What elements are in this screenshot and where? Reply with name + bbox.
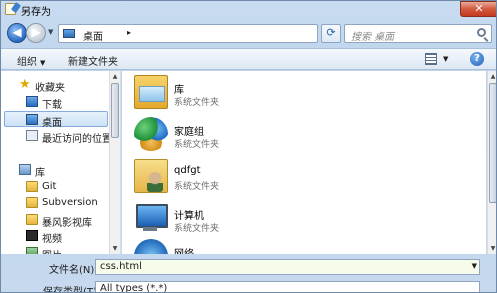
sidebar-item-desktop[interactable]: 桌面 <box>4 111 108 129</box>
back-button[interactable]: ◀ <box>7 23 27 43</box>
sidebar-item-downloads[interactable]: 下载 <box>1 94 107 111</box>
address-segment-desktop[interactable]: 桌面 <box>83 28 103 43</box>
list-item[interactable]: 库 系统文件夹 <box>134 73 434 113</box>
item-type: 系统文件夹 <box>174 182 220 192</box>
address-bar[interactable]: 桌面 ▸ ▼ <box>58 24 366 43</box>
homegroup-icon <box>134 117 168 151</box>
help-icon[interactable]: ? <box>470 52 484 66</box>
sidebar-header-label: 收藏夹 <box>35 83 65 94</box>
notepad-icon <box>5 3 16 15</box>
item-name: 计算机 <box>174 211 204 222</box>
filename-row: 文件名(N): css.html ▼ <box>1 258 496 276</box>
item-type: 系统文件夹 <box>174 224 220 234</box>
search-icon[interactable] <box>477 28 486 37</box>
chevron-right-icon[interactable]: ▸ <box>127 28 131 37</box>
title-bar: 另存为 ✕ <box>1 1 496 18</box>
filetype-select[interactable]: All types (*.*) <box>95 281 480 293</box>
sidebar-item-label: 暴风影视库 <box>42 218 92 229</box>
item-name: 网络 <box>174 245 194 254</box>
list-item[interactable]: 家庭组 系统文件夹 <box>134 115 434 155</box>
list-item[interactable]: qdfgt 系统文件夹 <box>134 157 434 197</box>
user-folder-icon <box>134 159 168 193</box>
sidebar-header-favorites[interactable]: ★ 收藏夹 <box>1 77 107 94</box>
history-dropdown-icon[interactable]: ▼ <box>48 28 53 36</box>
sidebar-item-subversion[interactable]: Subversion <box>1 195 107 211</box>
list-item[interactable]: 计算机 系统文件夹 <box>134 199 434 239</box>
list-item[interactable]: 网络 <box>134 237 434 254</box>
sidebar-item-label: Git <box>42 181 57 192</box>
file-list-scrollbar[interactable]: ▲ ▼ <box>487 71 496 254</box>
scroll-up-icon[interactable]: ▲ <box>110 71 120 82</box>
item-name: qdfgt <box>174 165 201 176</box>
scroll-down-icon[interactable]: ▼ <box>488 243 496 254</box>
refresh-button[interactable]: ⟳ <box>321 24 341 43</box>
libraries-icon <box>19 164 31 175</box>
chevron-down-icon: ▼ <box>40 59 46 67</box>
sidebar-item-label: 最近访问的位置 <box>42 134 112 145</box>
organize-button[interactable]: 组织 ▼ <box>17 53 45 68</box>
network-icon <box>134 239 168 254</box>
star-icon: ★ <box>19 77 31 92</box>
filename-value[interactable]: css.html <box>100 261 142 272</box>
file-list: 库 系统文件夹 家庭组 系统文件夹 qdfgt 系统文件夹 计算机 系统文件夹 … <box>122 71 486 254</box>
window-title: 另存为 <box>21 7 51 18</box>
sidebar-item-git[interactable]: Git <box>1 179 107 195</box>
close-button[interactable]: ✕ <box>460 1 496 17</box>
download-folder-icon <box>26 96 38 107</box>
sidebar-item-baofeng-library[interactable]: 暴风影视库 <box>1 212 107 229</box>
filename-field[interactable]: css.html ▼ <box>95 259 480 275</box>
sidebar-item-recent-places[interactable]: 最近访问的位置 <box>1 128 112 145</box>
computer-icon <box>134 201 168 235</box>
libraries-icon <box>134 75 168 109</box>
recent-places-icon <box>26 130 38 141</box>
folder-icon <box>26 197 38 208</box>
sidebar-header-label: 库 <box>35 168 45 179</box>
item-type: 系统文件夹 <box>174 140 220 150</box>
command-bar: 组织 ▼ 新建文件夹 ▼ ? <box>1 48 496 70</box>
picture-library-icon <box>26 247 38 254</box>
sidebar-item-label: 视频 <box>42 234 62 245</box>
navigation-pane: ★ 收藏夹 下载 桌面 最近访问的位置 库 Git Subversion 暴风影… <box>1 71 121 254</box>
navigation-bar: ◀ ▶ ▼ 桌面 ▸ ▼ ⟳ 搜索 桌面 <box>1 20 496 46</box>
save-as-dialog: 另存为 ✕ ◀ ▶ ▼ 桌面 ▸ ▼ ⟳ 搜索 桌面 组织▼ 新建文件夹 ▼ ?… <box>0 0 497 293</box>
sidebar-item-label: 下载 <box>42 100 62 111</box>
new-folder-button[interactable]: 新建文件夹 <box>68 53 118 68</box>
folder-icon <box>26 181 38 192</box>
scroll-up-icon[interactable]: ▲ <box>488 71 496 82</box>
filetype-value: All types (*.*) <box>100 283 168 293</box>
sidebar-item-videos[interactable]: 视频 <box>1 228 107 245</box>
search-input[interactable]: 搜索 桌面 <box>344 24 492 43</box>
sidebar-item-pictures[interactable]: 图片 <box>1 245 107 254</box>
change-view-icon[interactable] <box>425 53 437 65</box>
filetype-row: 保存类型(T): All types (*.*) <box>1 280 496 293</box>
video-library-icon <box>26 230 38 241</box>
item-name: 库 <box>174 85 184 96</box>
organize-label: 组织 <box>17 57 37 68</box>
scroll-thumb[interactable] <box>111 83 119 138</box>
desktop-icon <box>26 114 38 125</box>
item-name: 家庭组 <box>174 127 204 138</box>
item-type: 系统文件夹 <box>174 98 220 108</box>
desktop-location-icon <box>63 29 75 38</box>
scroll-down-icon[interactable]: ▼ <box>110 243 120 254</box>
view-dropdown-icon[interactable]: ▼ <box>443 55 448 63</box>
forward-button[interactable]: ▶ <box>26 23 46 43</box>
search-placeholder: 搜索 桌面 <box>351 32 395 43</box>
filename-label: 文件名(N): <box>49 265 98 276</box>
sidebar-item-label: 图片 <box>42 247 62 254</box>
sidebar-header-libraries[interactable]: 库 <box>1 162 107 179</box>
scroll-thumb[interactable] <box>489 83 496 203</box>
navigation-pane-scrollbar[interactable]: ▲ ▼ <box>109 71 120 254</box>
folder-icon <box>26 214 38 225</box>
sidebar-item-label: 桌面 <box>42 118 62 129</box>
filetype-label: 保存类型(T): <box>43 287 101 293</box>
chevron-down-icon[interactable]: ▼ <box>472 262 477 270</box>
sidebar-item-label: Subversion <box>42 197 98 208</box>
